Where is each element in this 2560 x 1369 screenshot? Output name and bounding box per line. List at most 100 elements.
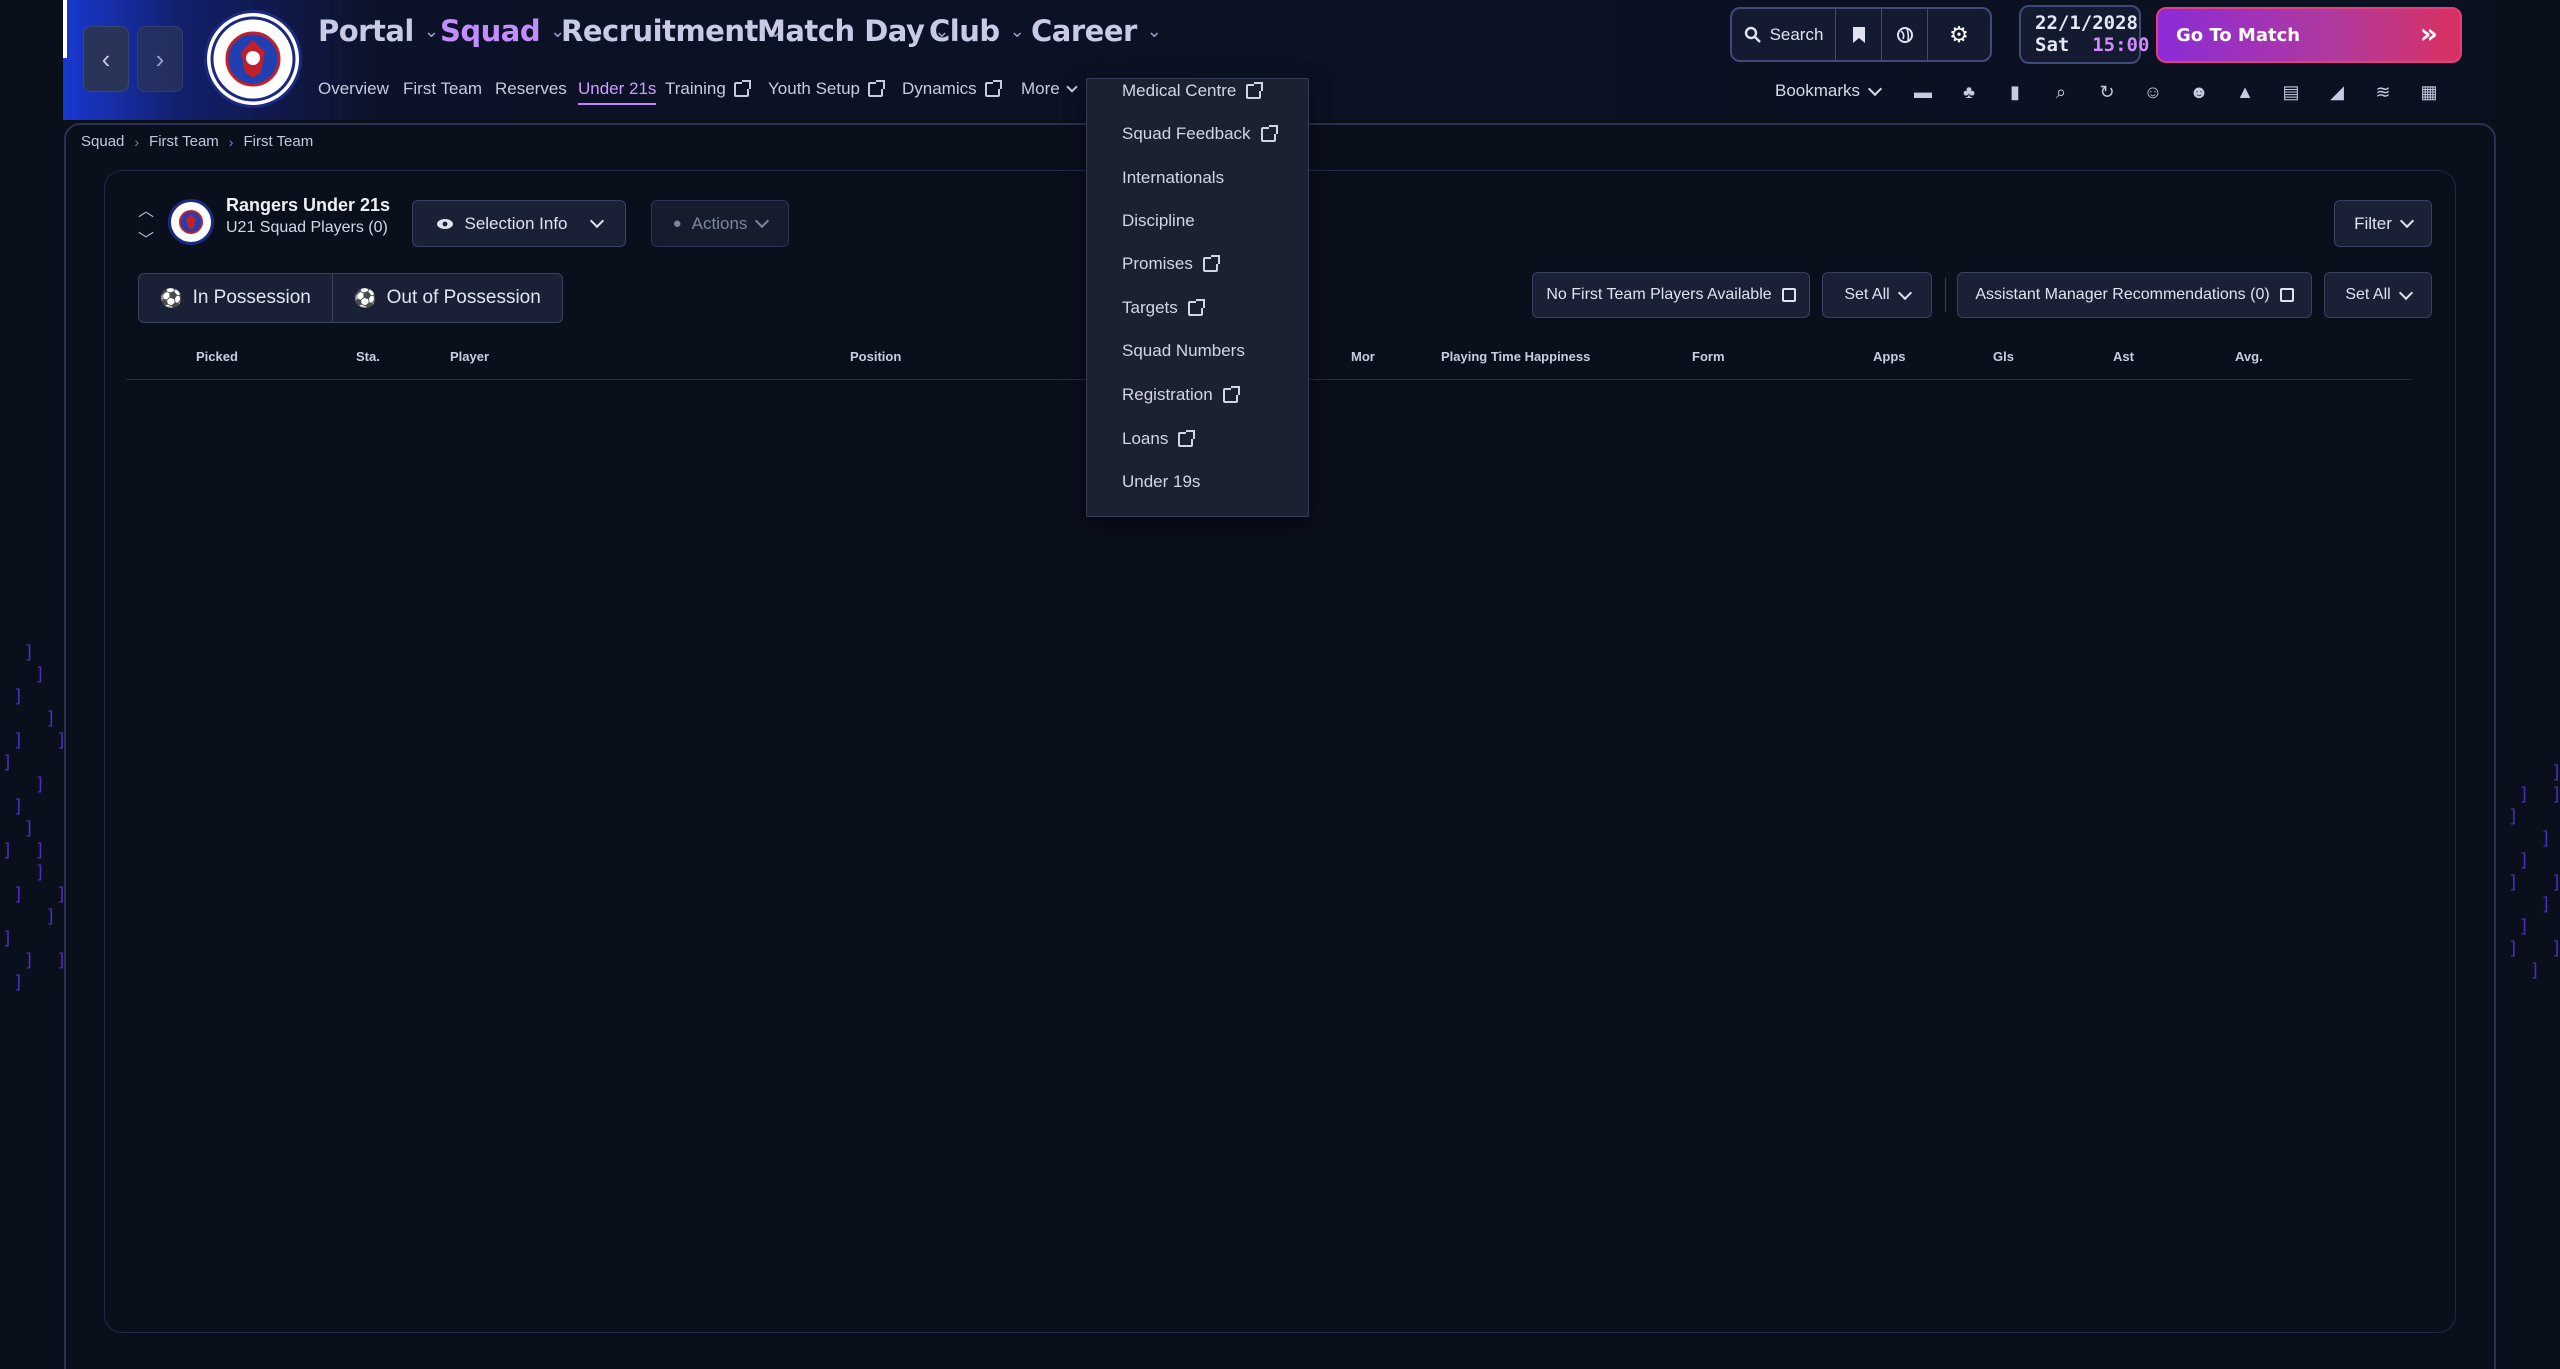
notes-button[interactable]	[1836, 9, 1882, 60]
finance-toolbar-button[interactable]: ≋	[2372, 81, 2394, 103]
nav-portal[interactable]: Portal ⌄	[318, 14, 439, 48]
ball-icon: ⚽	[354, 287, 377, 308]
calendar-toolbar-button[interactable]: ▦	[2418, 81, 2440, 103]
forward-button[interactable]: ›	[137, 26, 183, 92]
background-decoration-right: ] ] ] ] ] ] ] ] ] ] ] ] ] ]	[2507, 762, 2560, 981]
scout-search-icon: ⌕	[2055, 81, 2067, 102]
chevron-right-icon: ›	[134, 133, 140, 150]
megaphone-icon: ◢	[2330, 81, 2344, 102]
chevron-down-icon	[755, 213, 770, 229]
menu-item-label: Squad Numbers	[1122, 341, 1245, 360]
nav-career-label: Career	[1031, 14, 1137, 48]
column-header-playing-time-happiness[interactable]: Playing Time Happiness	[1441, 349, 1590, 364]
external-link-icon	[1202, 254, 1220, 272]
back-button[interactable]: ‹	[83, 26, 129, 92]
scout-toolbar-button[interactable]: ⌕	[2050, 81, 2072, 103]
column-header-average-rating[interactable]: Avg.	[2235, 349, 2263, 364]
column-header-player[interactable]: Player	[450, 349, 489, 364]
team-toolbar-button[interactable]: ☻	[2188, 81, 2210, 103]
menu-item-medical-centre[interactable]: Medical Centre	[1122, 81, 1264, 101]
menu-item-under-19s[interactable]: Under 19s	[1122, 472, 1200, 492]
subnav-overview[interactable]: Overview	[318, 79, 389, 99]
breadcrumb-item[interactable]: First Team	[243, 133, 313, 150]
refresh-toolbar-button[interactable]: ↻	[2096, 81, 2118, 103]
chevron-down-icon: ⌄	[423, 20, 439, 42]
date-display[interactable]: 22/1/2028 Sat 15:00	[2019, 5, 2149, 64]
breadcrumb-item[interactable]: Squad	[81, 133, 124, 150]
chevron-down-icon	[2398, 285, 2413, 300]
column-header-status[interactable]: Sta.	[356, 349, 380, 364]
menu-item-loans[interactable]: Loans	[1122, 429, 1196, 449]
menu-item-internationals[interactable]: Internationals	[1122, 168, 1224, 188]
set-all-label: Set All	[2345, 286, 2391, 303]
column-header-picked[interactable]: Picked	[196, 349, 238, 364]
tab-out-of-possession[interactable]: ⚽ Out of Possession	[333, 274, 562, 322]
go-to-match-button[interactable]: Go To Match »	[2156, 7, 2462, 63]
search-icon	[1744, 26, 1761, 43]
set-all-dropdown-2[interactable]: Set All	[2324, 272, 2432, 318]
nav-match-day[interactable]: Match Day ⌄	[757, 14, 949, 48]
club-crest-icon	[210, 16, 296, 102]
menu-item-label: Internationals	[1122, 168, 1225, 187]
staff-toolbar-button[interactable]: ☺	[2142, 81, 2164, 103]
subnav-dynamics[interactable]: Dynamics	[902, 79, 1002, 99]
subnav-first-team[interactable]: First Team	[403, 79, 482, 99]
clipboard-toolbar-button[interactable]: ▮	[2004, 81, 2026, 103]
menu-item-promises[interactable]: Promises	[1122, 254, 1220, 274]
chevron-right-icon: ›	[228, 133, 234, 150]
kit-toolbar-button[interactable]: ♣	[1958, 81, 1980, 103]
column-header-goals[interactable]: Gls	[1993, 349, 2014, 364]
actions-dropdown[interactable]: ● Actions	[651, 200, 789, 247]
assistant-recommendations-label: Assistant Manager Recommendations (0)	[1975, 286, 2270, 303]
menu-item-label: Under 19s	[1122, 472, 1201, 491]
column-header-assists[interactable]: Ast	[2113, 349, 2134, 364]
menu-item-squad-numbers[interactable]: Squad Numbers	[1122, 341, 1245, 361]
chevron-down-icon	[1867, 81, 1883, 96]
world-button[interactable]	[1882, 9, 1928, 60]
tab-in-possession[interactable]: ⚽ In Possession	[139, 274, 333, 322]
nav-career[interactable]: Career ⌄	[1031, 14, 1162, 48]
menu-item-label: Loans	[1122, 429, 1169, 448]
nav-club[interactable]: Club ⌄	[929, 14, 1025, 48]
no-first-team-players-button[interactable]: No First Team Players Available	[1532, 272, 1810, 318]
selection-info-dropdown[interactable]: Selection Info	[412, 200, 626, 247]
bookmarks-menu[interactable]: Bookmarks	[1775, 81, 1883, 101]
subnav-reserves[interactable]: Reserves	[495, 79, 567, 99]
set-all-dropdown-1[interactable]: Set All	[1822, 272, 1932, 318]
subnav-under-21s[interactable]: Under 21s	[578, 79, 657, 105]
menu-item-squad-feedback[interactable]: Squad Feedback	[1122, 124, 1278, 144]
next-team-button[interactable]: ﹀	[137, 226, 155, 250]
subnav-reserves-label: Reserves	[495, 79, 567, 98]
settings-button[interactable]: ⚙	[1928, 9, 1990, 60]
subnav-training[interactable]: Training	[665, 79, 751, 99]
news-toolbar-button[interactable]: ◢	[2326, 81, 2348, 103]
training-toolbar-button[interactable]: ▲	[2234, 81, 2256, 103]
assistant-recommendations-button[interactable]: Assistant Manager Recommendations (0)	[1957, 272, 2312, 318]
team-crest	[168, 199, 214, 245]
inbox-toolbar-button[interactable]: ▬	[1912, 81, 1934, 103]
actions-label: Actions	[691, 213, 748, 233]
search-button[interactable]: Search	[1732, 9, 1836, 60]
menu-item-targets[interactable]: Targets	[1122, 298, 1205, 318]
previous-team-button[interactable]: ︿	[137, 197, 155, 221]
external-link-icon	[1246, 81, 1264, 99]
gear-icon: ⚙	[1949, 21, 1969, 47]
nav-recruitment[interactable]: Recruitment ⌄	[561, 14, 783, 48]
column-header-apps[interactable]: Apps	[1873, 349, 1906, 364]
coins-icon: ≋	[2375, 81, 2391, 102]
menu-item-discipline[interactable]: Discipline	[1122, 211, 1195, 231]
breadcrumb-item[interactable]: First Team	[149, 133, 219, 150]
subnav-youth-setup[interactable]: Youth Setup	[768, 79, 886, 99]
club-logo[interactable]	[204, 10, 302, 108]
nav-squad[interactable]: Squad ⌄	[440, 14, 565, 48]
person-icon: ●	[672, 215, 682, 232]
subnav-overview-label: Overview	[318, 79, 389, 98]
filter-dropdown[interactable]: Filter	[2334, 200, 2432, 247]
report-toolbar-button[interactable]: ▤	[2280, 81, 2302, 103]
go-to-match-label: Go To Match	[2176, 24, 2301, 46]
column-header-morale[interactable]: Mor	[1351, 349, 1375, 364]
menu-item-registration[interactable]: Registration	[1122, 385, 1240, 405]
column-header-position[interactable]: Position	[850, 349, 901, 364]
column-header-form[interactable]: Form	[1692, 349, 1725, 364]
subnav-more[interactable]: More	[1021, 79, 1078, 99]
